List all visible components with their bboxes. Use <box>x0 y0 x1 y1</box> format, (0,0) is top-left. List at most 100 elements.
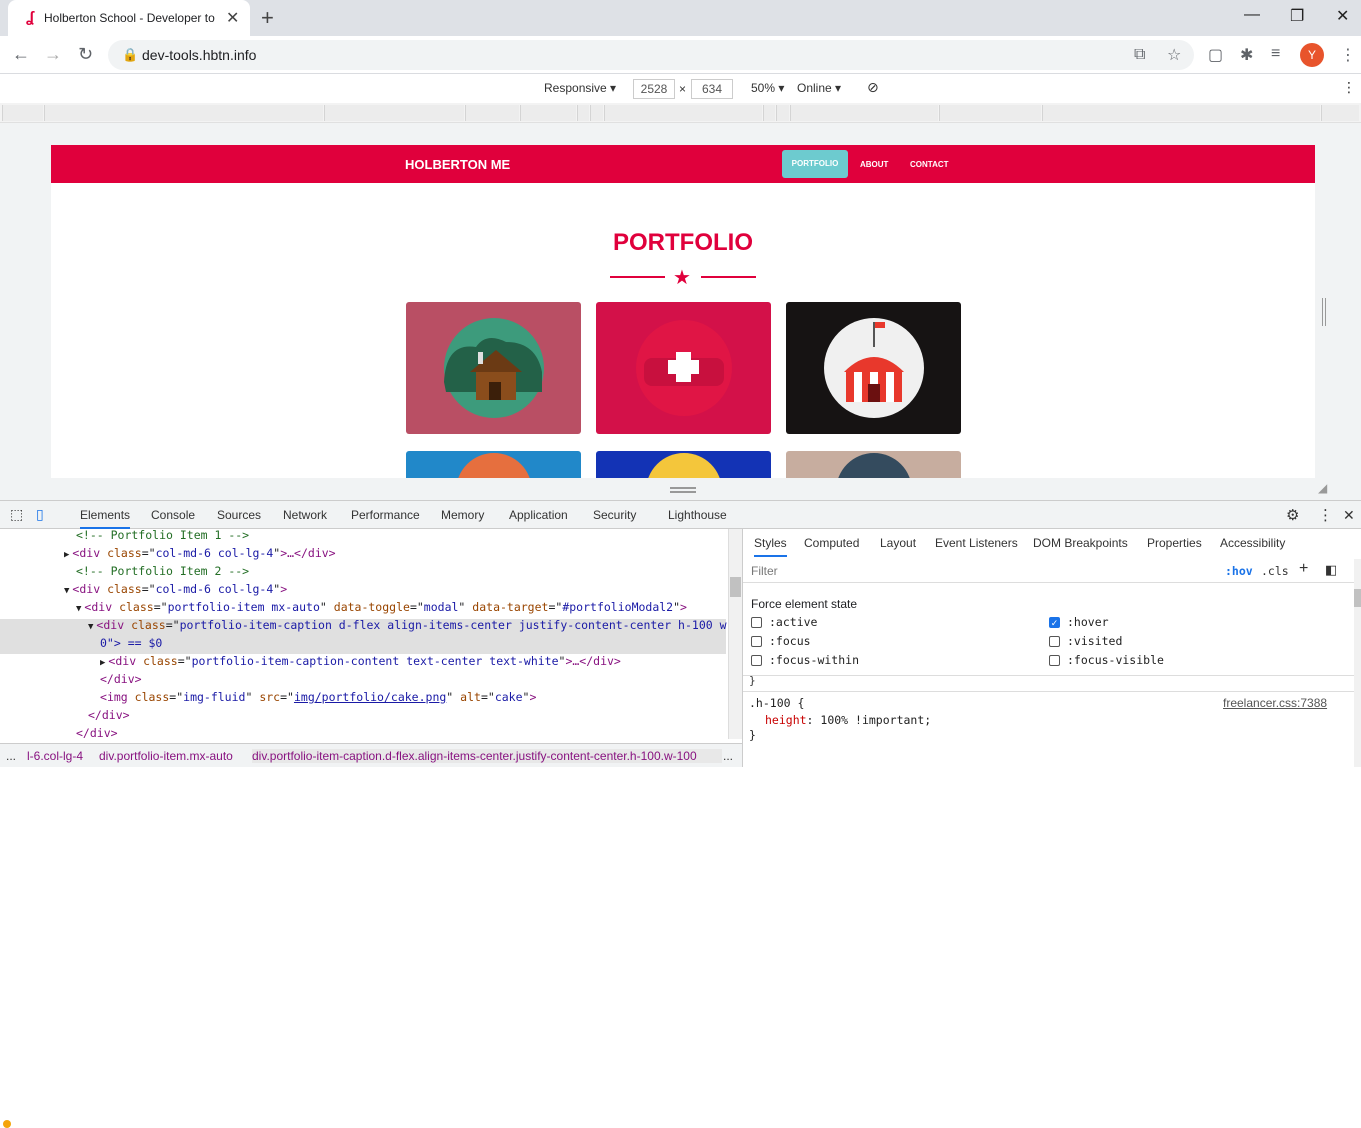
close-tab-icon[interactable]: ✕ <box>226 8 239 28</box>
tab-properties[interactable]: Properties <box>1147 536 1202 550</box>
nav-about[interactable]: ABOUT <box>860 160 888 169</box>
corner-resize-icon[interactable]: ◢ <box>1318 481 1327 495</box>
viewport-bottom-resize-handle[interactable] <box>670 487 696 493</box>
inspect-element-icon[interactable]: ⬚ <box>10 506 23 523</box>
toggle-sidebar-icon[interactable]: ◧ <box>1325 562 1337 578</box>
profile-avatar[interactable]: Y <box>1300 43 1324 67</box>
browser-tab[interactable]: ʆ Holberton School - Developer to ✕ <box>8 0 250 36</box>
extension-square-icon[interactable]: ▢ <box>1208 45 1223 65</box>
portfolio-item-submarine[interactable] <box>786 451 961 478</box>
rule-declaration[interactable]: height: 100% !important; <box>765 713 931 727</box>
ruler-segment[interactable] <box>1042 105 1320 121</box>
nav-portfolio[interactable]: PORTFOLIO <box>782 150 848 178</box>
state-checkbox[interactable]: ✓ <box>1049 617 1060 628</box>
portfolio-item-cabin[interactable] <box>406 302 581 434</box>
ruler-segment[interactable] <box>2 105 43 121</box>
ruler-segment[interactable] <box>465 105 519 121</box>
rule-source-link[interactable]: freelancer.css:7388 <box>1223 696 1327 710</box>
state-checkbox[interactable] <box>751 636 762 647</box>
state-checkbox[interactable] <box>1049 636 1060 647</box>
reload-icon[interactable]: ↻ <box>78 44 93 65</box>
address-bar[interactable]: 🔒 dev-tools.hbtn.info ⧉ ☆ <box>108 40 1194 70</box>
portfolio-item-safe[interactable] <box>596 451 771 478</box>
breadcrumb-item[interactable]: div.portfolio-item.mx-auto <box>99 749 233 763</box>
viewport-side-resize-handle[interactable] <box>1322 298 1326 326</box>
elements-tree[interactable]: <!-- Portfolio Item 1 --> ▶ <div class="co… <box>0 529 728 739</box>
rotate-disabled-icon[interactable]: ⊘ <box>867 79 879 96</box>
tab-console[interactable]: Console <box>151 508 195 522</box>
nav-contact[interactable]: CONTACT <box>910 160 949 169</box>
media-playlist-icon[interactable]: ≡ <box>1271 45 1280 63</box>
tab-sources[interactable]: Sources <box>217 508 261 522</box>
styles-filter-input[interactable]: Filter <box>751 564 778 578</box>
device-toolbar-more-icon[interactable]: ⋮ <box>1342 79 1356 96</box>
lock-icon[interactable]: 🔒 <box>122 47 138 63</box>
ruler-segment[interactable] <box>44 105 323 121</box>
network-throttle-select[interactable]: Online ▾ <box>797 81 841 95</box>
menu-kebab-icon[interactable]: ⋮ <box>1340 45 1356 65</box>
dom-node-line[interactable]: <!-- Portfolio Item 1 --> <box>76 529 249 544</box>
styles-scrollbar[interactable] <box>1354 559 1361 767</box>
ruler-segment[interactable] <box>577 105 589 121</box>
tab-lighthouse[interactable]: Lighthouse <box>668 508 727 522</box>
settings-gear-icon[interactable]: ⚙ <box>1286 506 1299 524</box>
devtools-menu-icon[interactable]: ⋮ <box>1318 506 1333 524</box>
dom-node-line[interactable]: <img class="img-fluid" src="img/portfoli… <box>100 688 536 706</box>
breadcrumb-overflow-right[interactable]: ... <box>723 749 733 763</box>
rule-selector[interactable]: .h-100 { <box>749 696 804 710</box>
device-mode-select[interactable]: Responsive ▾ <box>544 81 616 95</box>
tab-network[interactable]: Network <box>283 508 327 522</box>
ruler-segment[interactable] <box>590 105 603 121</box>
state-checkbox[interactable] <box>1049 655 1060 666</box>
tab-elements[interactable]: Elements <box>80 508 131 529</box>
bookmark-star-icon[interactable]: ☆ <box>1167 45 1181 65</box>
ruler-segment[interactable] <box>324 105 464 121</box>
elements-scrollbar[interactable] <box>728 529 742 739</box>
forward-icon[interactable]: → <box>44 44 62 65</box>
tab-event-listeners[interactable]: Event Listeners <box>935 536 1018 550</box>
dom-node-line[interactable]: ▼ <div class="portfolio-item mx-auto" dat… <box>76 598 687 618</box>
minimize-icon[interactable]: — <box>1244 6 1260 24</box>
new-tab-icon[interactable]: + <box>261 5 274 31</box>
dom-node-line[interactable]: ▼ <div class="portfolio-item-caption d-fl… <box>88 616 728 636</box>
tab-computed[interactable]: Computed <box>804 536 859 550</box>
dom-node-line[interactable]: ▶ <div class="col-md-6 col-lg-4">…</div> <box>64 544 336 564</box>
dom-node-line[interactable]: ▼ <div class="col-md-6 col-lg-4"> <box>64 580 287 600</box>
portfolio-item-circus[interactable] <box>786 302 961 434</box>
site-brand[interactable]: HOLBERTON ME <box>405 157 510 172</box>
dom-node-line[interactable]: ▶ <div class="portfolio-item-caption-cont… <box>100 652 621 672</box>
dom-node-line[interactable]: <!-- Portfolio Item 2 --> <box>76 562 249 580</box>
ruler-segment[interactable] <box>520 105 576 121</box>
tab-security[interactable]: Security <box>593 508 636 522</box>
dom-node-line[interactable]: </div> <box>100 670 142 688</box>
breadcrumb-overflow-left[interactable]: ... <box>6 749 16 763</box>
portfolio-item-game[interactable] <box>406 451 581 478</box>
tab-application[interactable]: Application <box>509 508 568 522</box>
zoom-select[interactable]: 50% ▾ <box>751 81 784 95</box>
tab-layout[interactable]: Layout <box>880 536 916 550</box>
breadcrumb-item[interactable]: l-6.col-lg-4 <box>27 749 83 763</box>
ruler-segment[interactable] <box>790 105 938 121</box>
breadcrumb-item-selected[interactable]: div.portfolio-item-caption.d-flex.align-… <box>252 749 722 763</box>
device-toggle-icon[interactable]: ▯ <box>36 506 44 523</box>
ruler-segment[interactable] <box>776 105 789 121</box>
tab-performance[interactable]: Performance <box>351 508 420 522</box>
hov-toggle[interactable]: :hov <box>1225 564 1253 578</box>
extensions-puzzle-icon[interactable]: ✱ <box>1240 45 1253 65</box>
dom-node-line[interactable]: </div> <box>76 724 118 739</box>
ruler-segment[interactable] <box>604 105 762 121</box>
window-close-icon[interactable]: ✕ <box>1336 6 1349 26</box>
viewport-width-input[interactable]: 2528 <box>633 79 675 99</box>
viewport-height-input[interactable]: 634 <box>691 79 733 99</box>
ruler-segment[interactable] <box>1321 105 1359 121</box>
tab-accessibility[interactable]: Accessibility <box>1220 536 1285 550</box>
tab-dom-breakpoints[interactable]: DOM Breakpoints <box>1033 536 1128 550</box>
state-checkbox[interactable] <box>751 617 762 628</box>
new-style-rule-icon[interactable]: + <box>1299 560 1308 578</box>
tab-memory[interactable]: Memory <box>441 508 484 522</box>
cls-toggle[interactable]: .cls <box>1261 564 1289 578</box>
state-checkbox[interactable] <box>751 655 762 666</box>
restore-icon[interactable]: ❐ <box>1290 6 1304 26</box>
back-icon[interactable]: ← <box>12 44 30 65</box>
devtools-close-icon[interactable]: ✕ <box>1343 507 1355 524</box>
